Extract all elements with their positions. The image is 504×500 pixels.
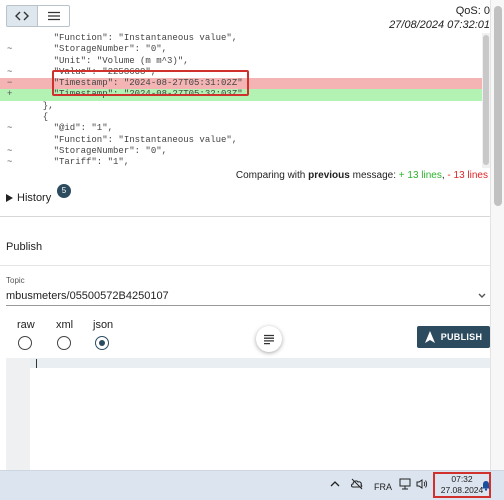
section-divider	[0, 216, 490, 217]
clock-time: 07:32	[451, 474, 473, 484]
page-scrollbar[interactable]	[490, 0, 504, 470]
lines-removed: - 13 lines	[447, 170, 488, 181]
compare-mid: message:	[352, 170, 396, 181]
diff-scrollbar[interactable]	[482, 33, 490, 168]
cloud-offline-icon[interactable]	[350, 478, 364, 490]
diff-marker: ~	[7, 44, 13, 55]
editor-active-line	[6, 358, 490, 368]
diff-code: "@id": "1",	[32, 123, 114, 134]
top-toolbar: QoS: 0 27/08/2024 07:32:01	[0, 0, 504, 32]
topic-underline	[6, 305, 490, 306]
publish-title: Publish	[6, 241, 43, 253]
compare-sep: ,	[441, 170, 445, 181]
menu-icon	[47, 11, 60, 21]
volume-icon[interactable]	[416, 479, 428, 489]
network-icon[interactable]	[399, 478, 411, 490]
align-left-icon	[264, 334, 274, 344]
code-icon	[15, 11, 29, 21]
history-label: History	[17, 192, 52, 204]
editor-gutter	[6, 358, 30, 470]
format-radio-json[interactable]	[95, 336, 109, 350]
diff-line: "Function": "Instantaneous value",	[0, 135, 490, 146]
message-timestamp: 27/08/2024 07:32:01	[389, 19, 490, 31]
diff-view: "Function": "Instantaneous value", ~ "Sto…	[0, 33, 490, 168]
format-label-json: json	[93, 319, 114, 331]
history-toggle[interactable]: History	[6, 192, 51, 204]
diff-line: "Function": "Instantaneous value",	[0, 33, 490, 44]
diff-marker: +	[7, 89, 13, 100]
diff-code: },	[32, 100, 54, 111]
send-icon	[424, 331, 435, 343]
diff-view-button[interactable]	[6, 5, 38, 27]
chevron-down-icon[interactable]	[477, 291, 487, 301]
raw-view-button[interactable]	[38, 5, 70, 27]
diff-marker: ~	[7, 66, 13, 77]
diff-code: "Unit": "Volume (m m^3)",	[32, 55, 189, 66]
chevron-up-icon[interactable]	[330, 480, 340, 488]
compare-prefix: Comparing with	[235, 170, 306, 181]
caret-right-icon	[6, 194, 13, 202]
diff-code: {	[32, 112, 49, 123]
page-scrollbar-thumb[interactable]	[494, 6, 502, 206]
format-radio-raw[interactable]	[18, 336, 32, 350]
publish-button-label: PUBLISH	[440, 332, 483, 342]
diff-code: "Function": "Instantaneous value",	[32, 33, 238, 43]
format-label-raw: raw	[17, 319, 35, 331]
topic-label: Topic	[6, 276, 25, 285]
diff-line: ~ "StorageNumber": "0",	[0, 146, 490, 157]
diff-line: ~ "@id": "1",	[0, 123, 490, 134]
changed-timestamp-highlight	[52, 70, 249, 96]
diff-line: ~ "Tariff": "1",	[0, 157, 490, 168]
view-toggle	[6, 5, 70, 27]
qos-label: QoS: 0	[455, 5, 490, 17]
clock-date: 27.08.2024	[440, 485, 484, 495]
message-meta: QoS: 0 27/08/2024 07:32:01	[389, 5, 490, 31]
diff-code: "Function": "Instantaneous value",	[32, 134, 238, 145]
lines-added: + 13 lines	[398, 170, 442, 181]
format-radio-xml[interactable]	[57, 336, 71, 350]
diff-code: "StorageNumber": "0",	[32, 145, 168, 156]
diff-line: {	[0, 112, 490, 123]
language-indicator[interactable]: FRA	[374, 482, 392, 492]
publish-button[interactable]: PUBLISH	[417, 326, 490, 348]
diff-marker: ~	[7, 157, 13, 168]
diff-marker: ~	[7, 145, 13, 156]
notification-bell-icon[interactable]	[481, 480, 491, 491]
publish-divider	[0, 265, 490, 266]
diff-line: ~ "StorageNumber": "0",	[0, 44, 490, 55]
diff-marker: −	[7, 78, 13, 89]
diff-code: "StorageNumber": "0",	[32, 44, 168, 55]
diff-code: "Tariff": "1",	[32, 157, 130, 168]
diff-line: },	[0, 101, 490, 112]
diff-scrollbar-thumb[interactable]	[483, 35, 489, 165]
editor-cursor	[36, 359, 37, 368]
windows-taskbar	[0, 470, 504, 500]
topic-input[interactable]: mbusmeters/05500572B4250107	[6, 290, 169, 302]
payload-editor[interactable]	[6, 358, 490, 470]
diff-marker: ~	[7, 123, 13, 134]
diff-line: "Unit": "Volume (m m^3)",	[0, 56, 490, 67]
format-json-button[interactable]	[256, 326, 282, 352]
history-count-badge: 5	[57, 184, 71, 198]
format-label-xml: xml	[56, 319, 74, 331]
compare-summary: Comparing with previous message: + 13 li…	[236, 170, 488, 181]
compare-target: previous	[308, 170, 350, 181]
